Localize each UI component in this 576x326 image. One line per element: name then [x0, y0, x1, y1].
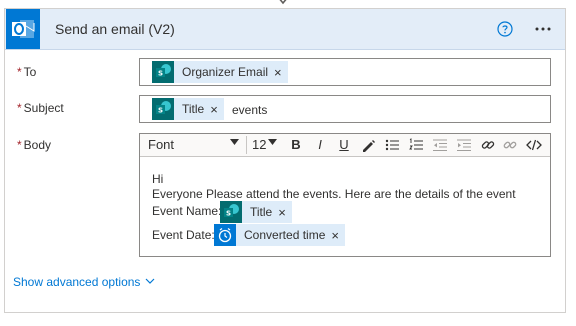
font-caret-icon[interactable]: [230, 139, 239, 145]
to-label-text: To: [23, 65, 37, 79]
font-size-caret-icon[interactable]: [268, 139, 277, 145]
unlink-icon[interactable]: [502, 137, 518, 153]
subject-label: * Subject: [17, 101, 64, 115]
font-size-select[interactable]: 12: [252, 137, 266, 152]
decrease-indent-icon[interactable]: [432, 137, 448, 153]
token-label: Title: [182, 102, 205, 116]
remove-token-button[interactable]: ×: [278, 205, 292, 220]
event-name-label: Event Name:: [152, 204, 222, 218]
svg-text:S: S: [226, 210, 231, 218]
body-editor[interactable]: Font 12 B I U Hi Everyone Please attend …: [139, 133, 551, 257]
rich-text-toolbar: Font 12 B I U: [140, 134, 550, 157]
body-label-text: Body: [23, 138, 52, 152]
token-label: Organizer Email: [182, 65, 269, 79]
sharepoint-icon: S: [152, 98, 174, 120]
alarm-clock-icon: [214, 224, 236, 246]
remove-token-button[interactable]: ×: [210, 102, 224, 117]
required-marker: *: [17, 101, 22, 115]
sharepoint-icon: S: [152, 61, 174, 83]
code-view-icon[interactable]: [526, 137, 542, 153]
svg-text:S: S: [158, 70, 163, 78]
toolbar-divider: [246, 136, 247, 154]
subject-text: events: [232, 103, 268, 117]
remove-token-button[interactable]: ×: [274, 65, 288, 80]
to-label: * To: [17, 65, 36, 79]
underline-button[interactable]: U: [336, 137, 352, 153]
required-marker: *: [17, 65, 22, 79]
sharepoint-icon: S: [220, 201, 242, 223]
body-label: * Body: [17, 138, 51, 152]
outlook-icon: [6, 9, 40, 49]
action-header[interactable]: Send an email (V2): [5, 9, 565, 50]
bold-button[interactable]: B: [288, 137, 304, 153]
action-title: Send an email (V2): [55, 21, 175, 37]
show-advanced-options-link[interactable]: Show advanced options: [13, 275, 140, 289]
italic-button[interactable]: I: [312, 137, 328, 153]
event-name-title-token[interactable]: S Title ×: [220, 201, 292, 223]
chevron-down-icon[interactable]: [145, 277, 155, 285]
subject-label-text: Subject: [23, 101, 64, 115]
send-email-action-card: Send an email (V2) * To S Organizer Email…: [4, 8, 566, 313]
flow-connector-arrow-icon: [279, 0, 287, 5]
converted-time-token[interactable]: Converted time ×: [214, 224, 345, 246]
more-options-icon[interactable]: [533, 19, 553, 39]
title-token[interactable]: S Title ×: [152, 98, 224, 120]
svg-text:S: S: [158, 107, 163, 115]
token-label: Converted time: [244, 228, 326, 242]
token-label: Title: [250, 205, 273, 219]
remove-token-button[interactable]: ×: [331, 228, 345, 243]
to-field[interactable]: S Organizer Email ×: [139, 58, 551, 86]
font-family-select[interactable]: Font: [148, 137, 240, 152]
link-icon[interactable]: [480, 137, 496, 153]
required-marker: *: [17, 138, 22, 152]
body-line-greeting: Hi: [152, 172, 164, 186]
body-line-message: Everyone Please attend the events. Here …: [152, 187, 516, 201]
bullet-list-icon[interactable]: [384, 137, 400, 153]
event-date-label: Event Date:: [152, 228, 215, 242]
help-icon[interactable]: [497, 21, 513, 37]
organizer-email-token[interactable]: S Organizer Email ×: [152, 61, 288, 83]
numbered-list-icon[interactable]: [408, 137, 424, 153]
text-color-pen-icon[interactable]: [360, 137, 376, 153]
increase-indent-icon[interactable]: [456, 137, 472, 153]
subject-field[interactable]: S Title × events: [139, 95, 551, 123]
